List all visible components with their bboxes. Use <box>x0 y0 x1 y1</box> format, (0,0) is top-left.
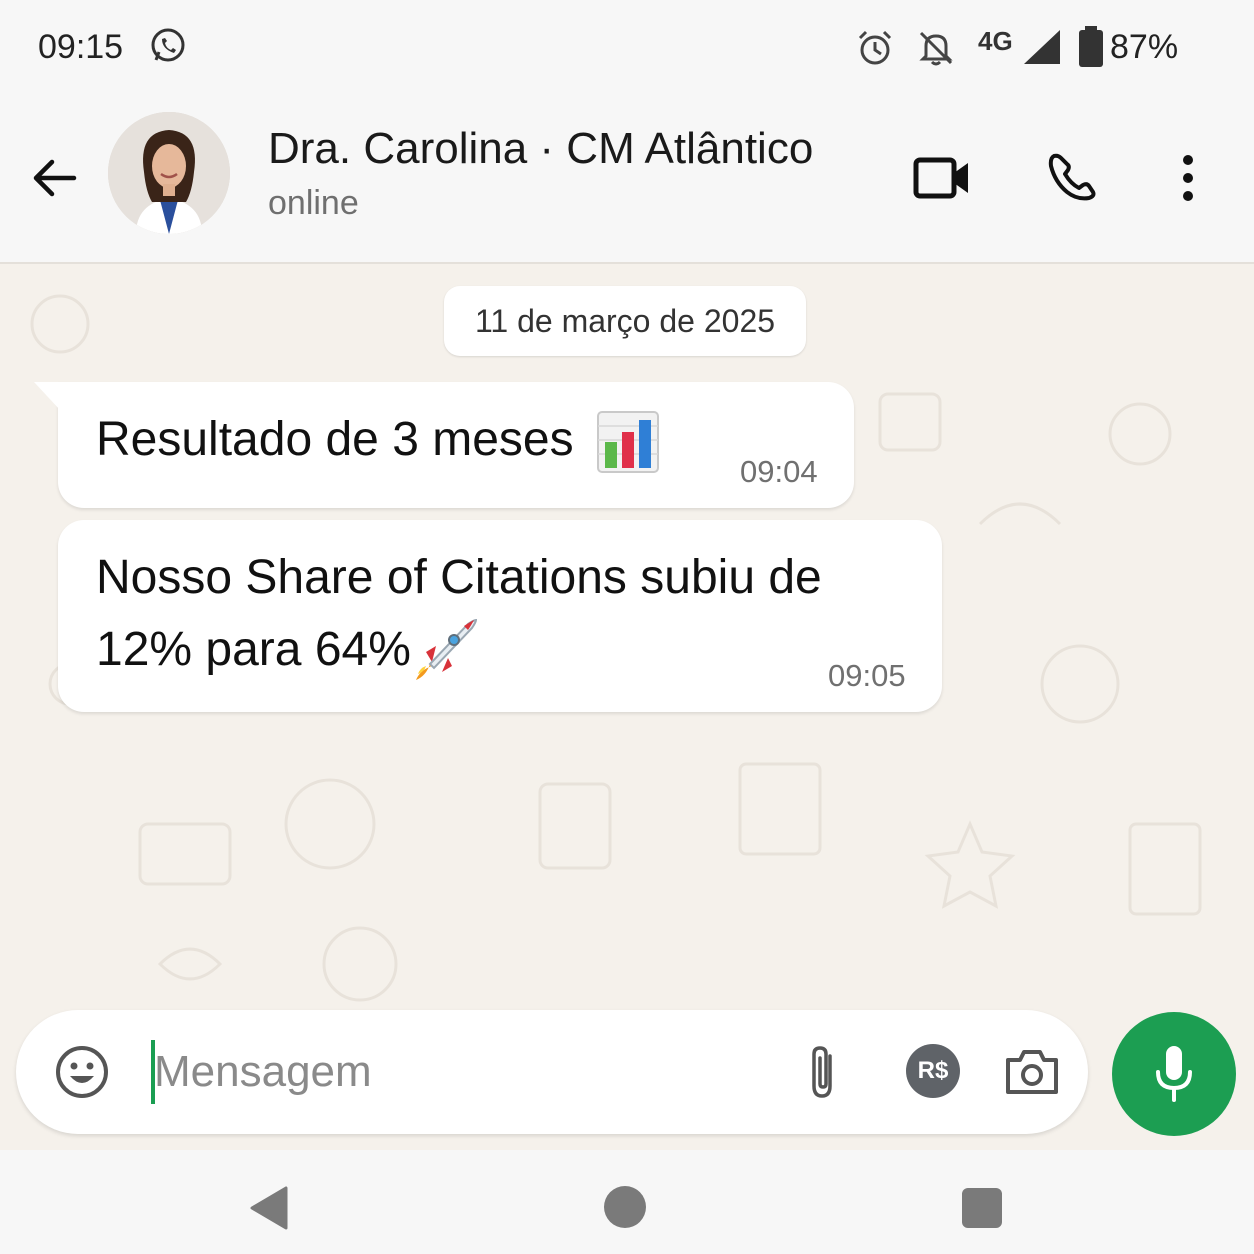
bubble-tail <box>34 382 60 410</box>
phone-icon[interactable] <box>1046 150 1098 202</box>
message-input[interactable] <box>154 1036 754 1108</box>
bar-chart-emoji <box>597 411 659 473</box>
message-bubble[interactable]: Resultado de 3 meses 09:04 <box>34 382 854 508</box>
nav-recents-button[interactable] <box>962 1188 1002 1228</box>
system-nav-bar <box>0 1150 1254 1254</box>
more-vert-icon[interactable] <box>1170 152 1206 204</box>
mic-icon <box>1156 1046 1192 1102</box>
camera-icon[interactable] <box>1004 1046 1060 1098</box>
currency-icon[interactable]: R$ <box>906 1044 960 1098</box>
network-type: 4G <box>978 26 1013 56</box>
nav-back-icon[interactable] <box>248 1186 288 1230</box>
back-arrow-icon[interactable] <box>28 152 80 204</box>
signal-icon <box>1024 30 1060 64</box>
chat-header: Dra. Carolina · CM Atlântico online <box>0 100 1254 264</box>
emoji-icon[interactable] <box>54 1044 110 1100</box>
whatsapp-icon <box>151 28 185 62</box>
message-text-line: 12% para 64% <box>96 623 411 676</box>
rocket-emoji <box>416 618 478 680</box>
avatar-portrait <box>108 112 230 234</box>
message-bubble[interactable]: Nosso Share of Citations subiu de 12% pa… <box>58 520 942 712</box>
message-time: 09:05 <box>828 658 906 693</box>
message-text: Resultado de 3 meses <box>96 413 574 466</box>
battery-percentage: 87% <box>1110 28 1179 66</box>
attach-icon[interactable] <box>800 1042 844 1104</box>
alarm-icon <box>858 30 892 65</box>
bell-off-icon <box>919 31 953 66</box>
contact-status: online <box>268 184 359 222</box>
message-time: 09:04 <box>740 454 818 489</box>
nav-home-button[interactable] <box>604 1186 646 1228</box>
message-input-bar: R$ <box>16 1010 1088 1134</box>
status-time: 09:15 <box>38 28 124 66</box>
status-bar: 09:15 4G 87% <box>0 0 1254 100</box>
mic-button[interactable] <box>1112 1012 1236 1136</box>
avatar[interactable] <box>108 112 230 234</box>
battery-icon <box>1079 26 1103 67</box>
video-call-icon[interactable] <box>912 154 972 202</box>
date-separator: 11 de março de 2025 <box>444 286 806 356</box>
message-text-line: Nosso Share of Citations subiu de <box>96 551 822 604</box>
contact-name[interactable]: Dra. Carolina · CM Atlântico <box>268 124 813 174</box>
